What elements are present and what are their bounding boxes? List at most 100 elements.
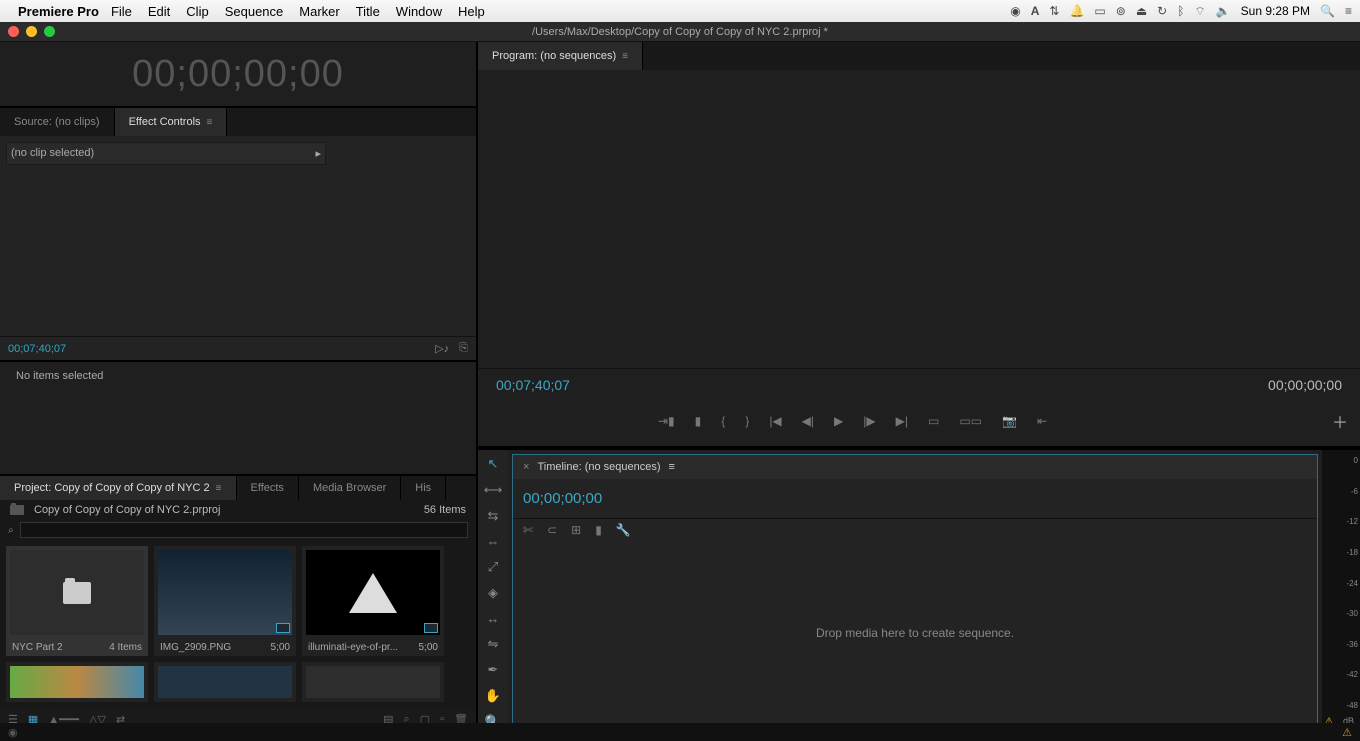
razor-tool[interactable]: ◈ (484, 585, 502, 601)
play-icon[interactable]: ▶ (834, 414, 843, 428)
panel-menu-icon[interactable]: ≡ (669, 461, 675, 473)
mark-out-button[interactable]: } (745, 414, 749, 428)
insert-icon[interactable]: ⇤ (1037, 414, 1047, 428)
tab-source[interactable]: Source: (no clips) (0, 108, 115, 136)
go-to-out-icon[interactable]: ▶| (896, 414, 908, 428)
cc-status-icon[interactable]: ◉ (8, 726, 18, 739)
menu-window[interactable]: Window (396, 4, 442, 19)
volume-icon[interactable]: 🔈 (1216, 4, 1231, 18)
spotlight-icon[interactable]: 🔍 (1320, 4, 1335, 18)
rate-stretch-tool[interactable]: ⤢ (484, 559, 502, 575)
play-only-icon[interactable]: ▷♪ (435, 342, 449, 355)
ripple-edit-tool[interactable]: ⇆ (484, 508, 502, 524)
menu-clip[interactable]: Clip (186, 4, 208, 19)
chevron-right-icon[interactable]: ▸ (315, 147, 321, 160)
wifi-icon[interactable]: ⌔ (1194, 4, 1205, 19)
step-forward-icon[interactable]: |▶ (863, 414, 875, 428)
clock[interactable]: Sun 9:28 PM (1241, 4, 1310, 18)
go-to-in-icon[interactable]: |◀ (769, 414, 781, 428)
selection-tool[interactable]: ↖ (484, 456, 502, 472)
tab-media-browser[interactable]: Media Browser (299, 476, 401, 500)
noclip-row: (no clip selected) ▸ (6, 142, 326, 165)
panel-menu-icon[interactable]: ≡ (216, 483, 222, 494)
bell-icon[interactable]: 🔔 (1069, 4, 1084, 18)
project-info: Copy of Copy of Copy of NYC 2.prproj 56 … (0, 500, 476, 520)
clip-item[interactable] (6, 662, 148, 702)
marker-nav-icon[interactable]: ▮ (595, 523, 602, 537)
extract-icon[interactable]: ▭▭ (959, 414, 982, 428)
pen-tool[interactable]: ✒ (484, 662, 502, 678)
timeline-timecode: 00;00;00;00 (523, 490, 602, 507)
sync-icon[interactable]: ⇅ (1049, 4, 1059, 18)
clip-item[interactable]: IMG_2909.PNG5;00 (154, 546, 296, 656)
export-frame-icon[interactable]: 📷 (1002, 414, 1017, 428)
lift-icon[interactable]: ▭ (928, 414, 939, 428)
export-icon[interactable]: ⎘ (459, 342, 468, 355)
status-bar: ◉ ⚠ (0, 723, 1360, 741)
menu-help[interactable]: Help (458, 4, 485, 19)
tab-effects[interactable]: Effects (237, 476, 299, 500)
tab-history[interactable]: His (401, 476, 446, 500)
minimize-button[interactable] (26, 26, 37, 37)
project-tabs: Project: Copy of Copy of Copy of NYC 2≡ … (0, 476, 476, 500)
clip-item[interactable] (154, 662, 296, 702)
mark-in-icon[interactable]: ⇥▮ (658, 414, 675, 428)
marker-icon[interactable]: ▮ (695, 414, 702, 428)
tab-effect-controls[interactable]: Effect Controls≡ (115, 108, 228, 136)
panel-menu-icon[interactable]: ≡ (207, 117, 213, 128)
tab-program[interactable]: Program: (no sequences)≡ (478, 42, 643, 70)
hand-tool[interactable]: ✋ (484, 688, 502, 704)
close-button[interactable] (8, 26, 19, 37)
bluetooth-icon[interactable]: ᛒ (1177, 4, 1184, 18)
timeline-drop-area[interactable]: Drop media here to create sequence. (513, 541, 1317, 725)
panel-menu-icon[interactable]: ≡ (622, 51, 628, 62)
eject-icon[interactable]: ⏏ (1136, 4, 1147, 18)
airplay-icon[interactable]: ▭ (1094, 4, 1105, 18)
menu-marker[interactable]: Marker (299, 4, 339, 19)
menu-sequence[interactable]: Sequence (225, 4, 284, 19)
folder-icon (63, 582, 91, 604)
macos-menubar: Premiere Pro File Edit Clip Sequence Mar… (0, 0, 1360, 22)
rolling-edit-tool[interactable]: ⇔ (484, 534, 502, 549)
search-icon: ⌕ (8, 525, 14, 536)
right-column: Program: (no sequences)≡ 00;07;40;07 00;… (477, 42, 1360, 730)
zoom-button[interactable] (44, 26, 55, 37)
bin-item[interactable]: NYC Part 24 Items (6, 546, 148, 656)
timeline-header: 00;00;00;00 (513, 479, 1317, 519)
notifications-icon[interactable]: ≡ (1345, 4, 1352, 18)
timecode-display: 00;00;00;00 (132, 53, 344, 96)
menu-edit[interactable]: Edit (148, 4, 170, 19)
slip-tool[interactable]: ↔ (484, 611, 502, 626)
item-count: 56 Items (424, 504, 466, 516)
clip-item[interactable]: illuminati-eye-of-pr...5;00 (302, 546, 444, 656)
program-panel: Program: (no sequences)≡ 00;07;40;07 00;… (478, 42, 1360, 448)
track-select-tool[interactable]: ⟷ (484, 482, 502, 498)
cc-icon[interactable]: ◉ (1010, 4, 1020, 18)
timemachine-icon[interactable]: ↻ (1157, 4, 1167, 18)
app-name[interactable]: Premiere Pro (18, 4, 99, 19)
button-editor-icon[interactable]: ＋ (1332, 409, 1348, 433)
effect-controls-body: (no clip selected) ▸ (0, 136, 476, 336)
source-panel: Source: (no clips) Effect Controls≡ (no … (0, 108, 476, 362)
linked-selection-icon[interactable]: ⊂ (547, 523, 557, 537)
video-badge-icon (276, 623, 290, 633)
close-tab-icon[interactable]: × (523, 461, 529, 473)
adobe-icon[interactable]: A (1031, 4, 1040, 18)
timeline-tab[interactable]: × Timeline: (no sequences) ≡ (513, 455, 1317, 479)
slide-tool[interactable]: ⇋ (484, 636, 502, 652)
menu-file[interactable]: File (111, 4, 132, 19)
menu-title[interactable]: Title (356, 4, 380, 19)
search-input[interactable] (20, 522, 468, 538)
add-marker-icon[interactable]: ⊞ (571, 523, 581, 537)
settings-icon[interactable]: 🔧 (616, 523, 631, 537)
bin-icon (10, 505, 24, 515)
clip-item[interactable] (302, 662, 444, 702)
accessibility-icon[interactable]: ⊚ (1116, 4, 1126, 18)
selection-strip: No items selected (0, 362, 476, 476)
step-back-icon[interactable]: ◀| (802, 414, 814, 428)
snap-icon[interactable]: ✄ (523, 523, 533, 537)
tab-project[interactable]: Project: Copy of Copy of Copy of NYC 2≡ (0, 476, 237, 500)
project-thumbs[interactable]: NYC Part 24 Items IMG_2909.PNG5;00 illum… (0, 540, 476, 708)
mark-in-button[interactable]: { (721, 414, 725, 428)
warning-dot-icon[interactable]: ⚠ (1342, 726, 1352, 739)
